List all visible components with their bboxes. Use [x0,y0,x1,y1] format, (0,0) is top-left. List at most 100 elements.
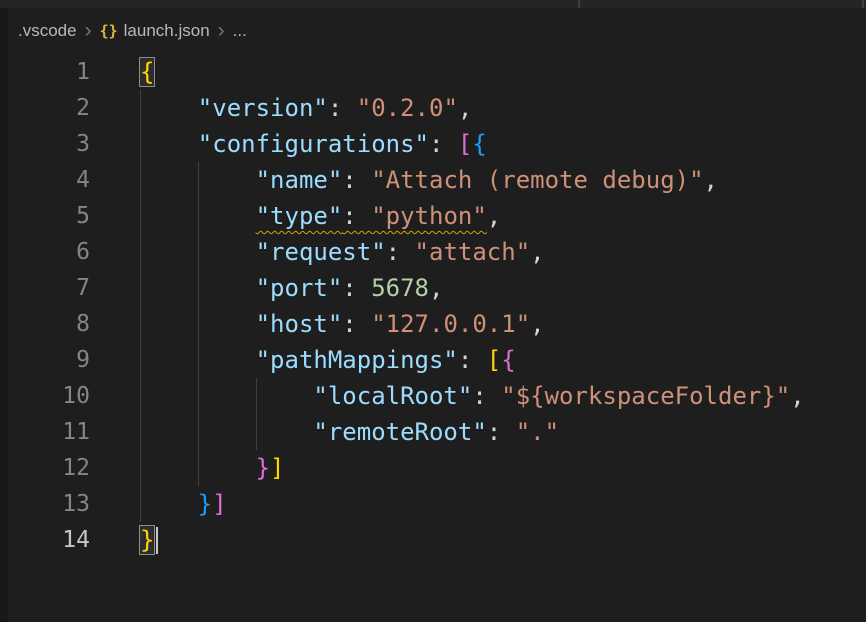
indent-guide-line [198,198,199,234]
code-line-content[interactable]: "port": 5678, [140,270,443,306]
code-token: : [386,238,415,266]
text-cursor [156,527,158,554]
code-line-content[interactable]: "localRoot": "${workspaceFolder}", [140,378,805,414]
code-line: 13}] [0,486,866,522]
code-token: "Attach (remote debug)" [371,166,703,194]
code-token: "configurations" [198,130,429,158]
editor-lines: 1{2"version": "0.2.0",3"configurations":… [0,54,866,558]
code-token: { [472,130,486,158]
code-token: "." [516,418,559,446]
indent-guide-line [140,450,141,486]
breadcrumb-item-symbols[interactable]: ... [233,21,247,41]
code-line: 4 "name": "Attach (remote debug)", [0,162,866,198]
code-token: { [501,346,515,374]
indent-guide-line [140,234,141,270]
indent-guide-line [256,414,257,450]
breadcrumb: .vscode › {} launch.json › ... [0,8,866,54]
indent-guide-line [198,234,199,270]
code-line-content[interactable]: }] [140,450,285,486]
indent-guide-line [198,306,199,342]
tab-bar-strip [0,0,866,8]
code-line-content[interactable]: "request": "attach", [140,234,545,270]
code-line-content[interactable]: "remoteRoot": "." [140,414,559,450]
code-token: "version" [198,94,328,122]
code-line-content[interactable]: "host": "127.0.0.1", [140,306,545,342]
line-number[interactable]: 1 [0,54,90,90]
indent-guide-line [140,126,141,162]
line-number[interactable]: 13 [0,486,90,522]
code-line-content[interactable]: "name": "Attach (remote debug)", [140,162,718,198]
indent-guide-line [140,270,141,306]
code-token: "127.0.0.1" [371,310,530,338]
tab-separator [578,0,580,8]
code-line-content[interactable]: "configurations": [{ [140,126,487,162]
code-token: "port" [256,274,343,302]
line-number[interactable]: 11 [0,414,90,450]
code-token: : [342,202,371,230]
code-token: "type" [256,202,343,230]
code-token: , [487,202,501,230]
indent-guide-line [140,378,141,414]
code-token: [ [487,346,501,374]
line-number[interactable]: 12 [0,450,90,486]
code-line: 12}] [0,450,866,486]
code-token: , [429,274,443,302]
code-line: 2 "version": "0.2.0", [0,90,866,126]
line-number[interactable]: 8 [0,306,90,342]
code-line: 1{ [0,54,866,90]
code-token: , [458,94,472,122]
editor-left-edge [0,8,8,622]
code-token: : [458,346,487,374]
code-token: 5678 [371,274,429,302]
code-line: 9 "pathMappings": [{ [0,342,866,378]
line-number[interactable]: 7 [0,270,90,306]
code-token: : [342,310,371,338]
code-line-content[interactable]: "type": "python", [140,198,501,234]
chevron-right-icon: › [85,20,92,41]
code-token: : [342,274,371,302]
code-line: 14} [0,522,866,558]
indent-guide-line [140,486,141,522]
indent-guide-line [140,162,141,198]
code-token: } [198,490,212,518]
code-line-content[interactable]: "version": "0.2.0", [140,90,472,126]
line-number[interactable]: 6 [0,234,90,270]
indent-guide-line [198,378,199,414]
code-token: "remoteRoot" [313,418,486,446]
code-line-content[interactable]: } [140,522,158,558]
code-token: "localRoot" [313,382,472,410]
code-line-content[interactable]: }] [140,486,227,522]
line-number[interactable]: 10 [0,378,90,414]
tab-separator [862,0,864,8]
breadcrumb-file-label: launch.json [124,21,210,41]
code-token: : [328,94,357,122]
line-number[interactable]: 4 [0,162,90,198]
code-line: 3 "configurations": [{ [0,126,866,162]
indent-guide-line [140,198,141,234]
code-token: : [487,418,516,446]
breadcrumb-item-file[interactable]: {} launch.json [100,21,210,41]
line-number[interactable]: 14 [0,522,90,558]
code-token: , [530,310,544,338]
code-line: 10 "localRoot": "${workspaceFolder}", [0,378,866,414]
line-number[interactable]: 3 [0,126,90,162]
code-line-content[interactable]: { [140,54,154,90]
code-token: , [530,238,544,266]
indent-guide-line [198,450,199,486]
matched-bracket: { [140,58,154,86]
line-number[interactable]: 5 [0,198,90,234]
indent-guide-line [198,414,199,450]
breadcrumb-item-folder[interactable]: .vscode [18,21,77,41]
code-editor-window: .vscode › {} launch.json › ... 1{2"versi… [0,0,866,622]
code-line: 11 "remoteRoot": "." [0,414,866,450]
code-token: "name" [256,166,343,194]
code-line: 5 "type": "python", [0,198,866,234]
code-token: } [256,454,270,482]
indent-guide-line [198,270,199,306]
code-line-content[interactable]: "pathMappings": [{ [140,342,516,378]
code-token: : [472,382,501,410]
line-number[interactable]: 9 [0,342,90,378]
line-number[interactable]: 2 [0,90,90,126]
indent-guide-line [256,378,257,414]
code-token: "request" [256,238,386,266]
